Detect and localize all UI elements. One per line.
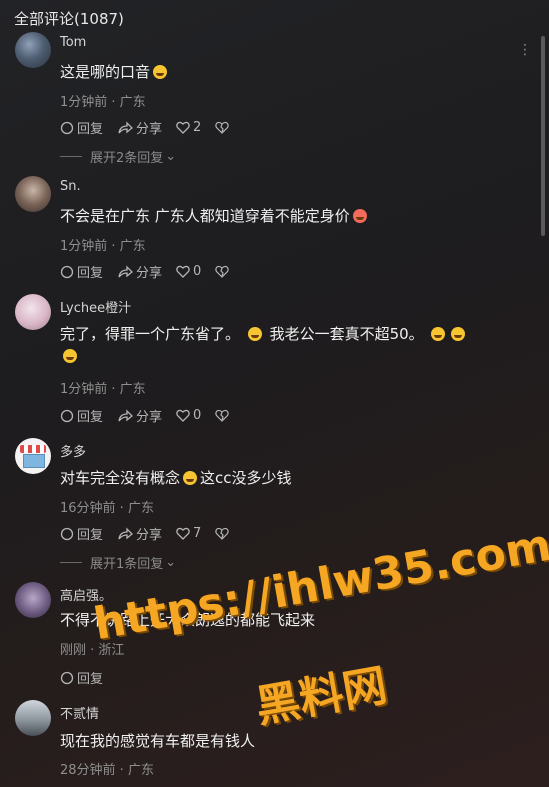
broken-heart-icon: [215, 527, 230, 540]
comment-text: 现在我的感觉有车都是有钱人: [60, 732, 256, 750]
share-label: 分享: [136, 528, 163, 543]
comment-bubble-icon: [60, 671, 74, 684]
reply-button[interactable]: 回复: [60, 406, 103, 425]
expand-replies-button[interactable]: 展开2条回复 ⌄: [60, 147, 176, 166]
comment-author[interactable]: Lychee橙汁: [60, 297, 131, 316]
share-button[interactable]: 分享: [117, 406, 162, 425]
reply-button[interactable]: 回复: [60, 668, 103, 687]
broken-heart-icon: [215, 121, 230, 134]
laughing-emoji-icon: [451, 327, 466, 341]
divider-line: [60, 156, 82, 157]
share-button[interactable]: 分享: [117, 118, 162, 137]
scrollbar[interactable]: [541, 36, 545, 236]
heart-icon: [176, 265, 190, 278]
expand-replies-label: 展开2条回复: [90, 151, 164, 166]
heart-icon: [176, 121, 190, 134]
comment-text: 这是哪的口音: [60, 61, 520, 83]
avatar[interactable]: [15, 32, 51, 68]
reply-label: 回复: [77, 528, 104, 543]
dislike-button[interactable]: [215, 409, 232, 422]
laughing-emoji-icon: [247, 327, 262, 341]
comment-author[interactable]: 多多: [60, 441, 86, 460]
comment-meta: 1分钟前 · 广东: [60, 382, 146, 397]
shop-icon: [23, 454, 45, 468]
comment-bubble-icon: [60, 409, 74, 422]
like-count: 2: [193, 120, 202, 135]
more-options-icon[interactable]: ⋮: [518, 42, 533, 58]
comment-meta: 1分钟前 · 广东: [60, 239, 146, 254]
comments-header-title: 全部评论(1087): [14, 10, 124, 28]
avatar[interactable]: [15, 582, 51, 618]
comment-bubble-icon: [60, 265, 74, 278]
comment-meta: 28分钟前 · 广东: [60, 763, 154, 778]
smiling-emoji-icon: [352, 209, 367, 223]
like-button[interactable]: 0: [176, 408, 201, 423]
share-arrow-icon: [118, 526, 133, 539]
broken-heart-icon: [215, 265, 230, 278]
like-count: 0: [193, 264, 202, 279]
avatar[interactable]: [15, 176, 51, 212]
avatar[interactable]: [15, 700, 51, 736]
comment-meta: 1分钟前 · 广东: [60, 95, 146, 110]
reply-label: 回复: [77, 672, 104, 687]
reply-button[interactable]: 回复: [60, 118, 103, 137]
chevron-down-icon: ⌄: [165, 555, 177, 570]
laughing-emoji-icon: [153, 65, 168, 79]
dislike-button[interactable]: [215, 527, 232, 540]
share-label: 分享: [136, 122, 163, 137]
comment-actions: 回复 分享 0: [60, 262, 246, 281]
like-count: 7: [193, 526, 202, 541]
expand-replies-label: 展开1条回复: [90, 557, 164, 572]
broken-heart-icon: [215, 409, 230, 422]
like-button[interactable]: 7: [176, 526, 201, 541]
reply-button[interactable]: 回复: [60, 524, 103, 543]
laughing-emoji-icon: [431, 327, 446, 341]
share-label: 分享: [136, 266, 163, 281]
comment-actions: 回复 分享 2: [60, 118, 246, 137]
comment-actions: 回复: [60, 668, 117, 687]
comment-meta: 16分钟前 · 广东: [60, 501, 154, 516]
heart-icon: [176, 527, 190, 540]
comment-actions: 回复 分享 7: [60, 524, 246, 543]
expand-replies-button[interactable]: 展开1条回复 ⌄: [60, 553, 176, 572]
comment-text: 完了，得罪一个广东省了。 我老公一套真不超50。: [60, 323, 520, 367]
shop-awning-icon: [20, 445, 46, 453]
share-button[interactable]: 分享: [117, 524, 162, 543]
dislike-button[interactable]: [215, 265, 232, 278]
like-button[interactable]: 0: [176, 264, 201, 279]
chevron-down-icon: ⌄: [165, 149, 177, 164]
share-arrow-icon: [118, 408, 133, 421]
watermark-brand: 黑料网: [251, 659, 391, 734]
reply-label: 回复: [77, 410, 104, 425]
heart-icon: [176, 409, 190, 422]
share-arrow-icon: [118, 264, 133, 277]
dizzy-emoji-icon: [183, 471, 198, 485]
comment-author[interactable]: Sn.: [60, 179, 81, 194]
comment-author[interactable]: Tom: [60, 35, 86, 50]
share-arrow-icon: [118, 120, 133, 133]
comment-bubble-icon: [60, 527, 74, 540]
comment-author[interactable]: 不贰情: [60, 703, 99, 722]
reply-label: 回复: [77, 266, 104, 281]
comment-bubble-icon: [60, 121, 74, 134]
comment-actions: 回复 分享 0: [60, 406, 246, 425]
avatar[interactable]: [15, 294, 51, 330]
share-label: 分享: [136, 410, 163, 425]
avatar[interactable]: [15, 438, 51, 474]
reply-button[interactable]: 回复: [60, 262, 103, 281]
divider-line: [60, 562, 82, 563]
like-count: 0: [193, 408, 202, 423]
share-button[interactable]: 分享: [117, 262, 162, 281]
dislike-button[interactable]: [215, 121, 232, 134]
comment-text: 对车完全没有概念 这cc没多少钱: [60, 469, 292, 487]
reply-label: 回复: [77, 122, 104, 137]
like-button[interactable]: 2: [176, 120, 201, 135]
laughing-emoji-icon: [63, 349, 77, 363]
comment-text: 不会是在广东 广东人都知道穿着不能定身价: [60, 205, 520, 227]
